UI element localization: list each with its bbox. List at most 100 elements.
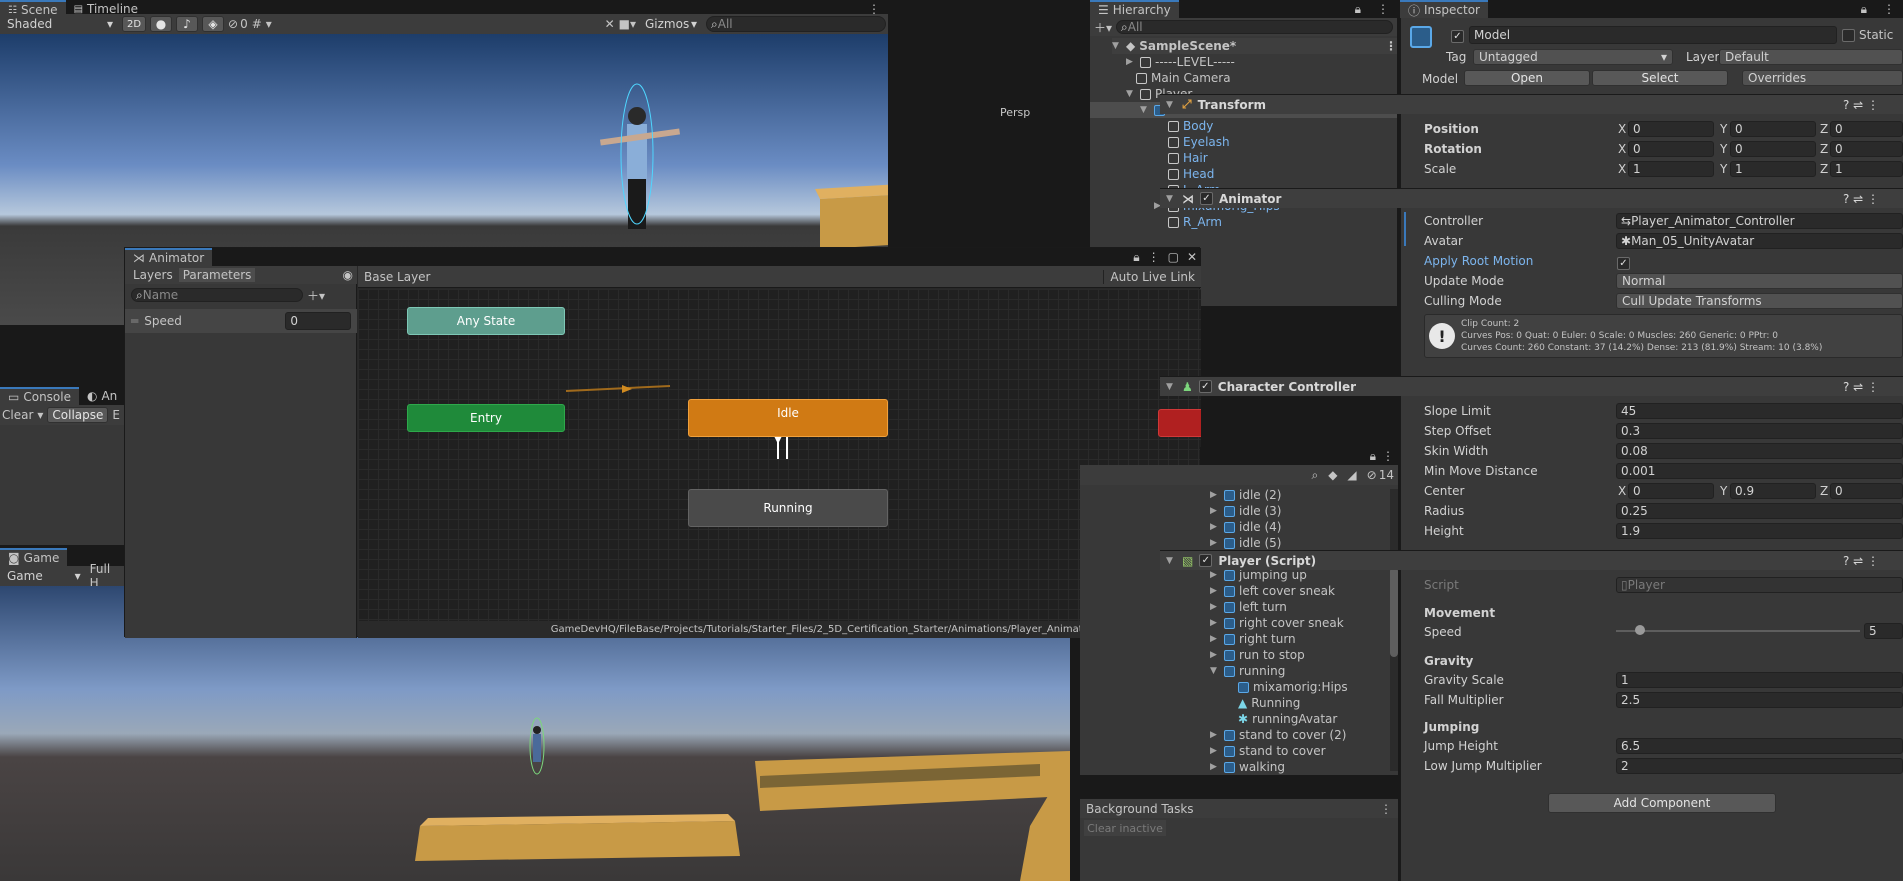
component-menu-icons[interactable]: ? ⇌ ⋮	[1843, 380, 1903, 394]
project-menu-icon[interactable]: ⋮	[1382, 449, 1394, 463]
toggle-2d-button[interactable]: 2D	[122, 16, 146, 32]
parameter-search-input[interactable]: ⌕ Name	[131, 288, 303, 302]
scene-root-row[interactable]: ▼ ◆ SampleScene* ⋮	[1112, 38, 1397, 54]
rotation-x-input[interactable]: 0	[1628, 141, 1714, 157]
skin-width-input[interactable]: 0.08	[1616, 443, 1903, 459]
search-scene-icon[interactable]: ⌕	[1311, 468, 1318, 483]
component-menu-icons[interactable]: ? ⇌ ⋮	[1843, 554, 1903, 568]
slope-limit-input[interactable]: 45	[1616, 403, 1903, 419]
add-parameter-button[interactable]: ＋▾	[307, 287, 325, 304]
object-name-input[interactable]: Model	[1469, 26, 1837, 44]
controller-field[interactable]: ⇆ Player_Animator_Controller	[1616, 213, 1903, 229]
tab-parameters[interactable]: Parameters	[178, 268, 256, 282]
center-y-input[interactable]: 0.9	[1730, 483, 1816, 499]
state-any-state[interactable]: Any State	[407, 307, 565, 335]
asset-row[interactable]: mixamorig:Hips	[1238, 679, 1348, 695]
active-toggle[interactable]: ✓	[1451, 28, 1464, 43]
character-controller-header[interactable]: ▼ ♟ ✓ Character Controller? ⇌ ⋮	[1160, 376, 1903, 396]
update-mode-dropdown[interactable]: Normal	[1616, 273, 1903, 289]
position-x-input[interactable]: 0	[1628, 121, 1714, 137]
select-button[interactable]: Select	[1592, 70, 1728, 86]
display-dropdown[interactable]: Game ▾	[2, 568, 86, 584]
lock-icon[interactable]: 🔒︎	[1853, 0, 1875, 18]
jump-height-input[interactable]: 6.5	[1616, 738, 1903, 754]
asset-row[interactable]: ▶ left cover sneak	[1210, 583, 1335, 599]
speed-input[interactable]: 5	[1864, 623, 1903, 639]
min-move-distance-input[interactable]: 0.001	[1616, 463, 1903, 479]
tab-console[interactable]: ▭ Console	[0, 387, 79, 405]
tab-layers[interactable]: Layers	[129, 268, 177, 282]
asset-row[interactable]: ▶ left turn	[1210, 599, 1287, 615]
rotation-y-input[interactable]: 0	[1730, 141, 1816, 157]
state-entry[interactable]: Entry	[407, 404, 565, 432]
add-component-button[interactable]: Add Component	[1548, 793, 1776, 813]
hierarchy-row[interactable]: R_Arm	[1168, 214, 1222, 230]
auto-live-link-toggle[interactable]: Auto Live Link	[1103, 269, 1201, 284]
error-pause-button[interactable]: E	[112, 408, 120, 422]
rotation-z-input[interactable]: 0	[1830, 141, 1903, 157]
layer-dropdown[interactable]: Default	[1719, 49, 1903, 65]
hierarchy-search-input[interactable]: ⌕ All	[1116, 20, 1393, 34]
gizmos-dropdown[interactable]: Gizmos ▾	[640, 16, 702, 32]
center-z-input[interactable]: 0	[1830, 483, 1903, 499]
audio-toggle-icon[interactable]: ♪	[176, 16, 198, 32]
tab-game[interactable]: ◙ Game	[0, 548, 68, 566]
scale-x-input[interactable]: 1	[1628, 161, 1714, 177]
state-running[interactable]: Running	[688, 489, 888, 527]
lighting-toggle-icon[interactable]: ●	[150, 16, 172, 32]
position-z-input[interactable]: 0	[1830, 121, 1903, 137]
low-jump-multiplier-input[interactable]: 2	[1616, 758, 1903, 774]
effects-toggle-icon[interactable]: ◈	[202, 16, 224, 32]
player-script-enabled-checkbox[interactable]: ✓	[1199, 554, 1213, 567]
position-y-input[interactable]: 0	[1730, 121, 1816, 137]
asset-row[interactable]: ▶ idle (5)	[1210, 535, 1281, 551]
lock-icon[interactable]: 🔒︎	[1370, 449, 1376, 464]
hidden-packages-toggle[interactable]: ⊘ 14	[1367, 468, 1394, 482]
maximize-icon[interactable]: ▢	[1164, 250, 1183, 264]
lock-icon[interactable]: 🔒︎	[1129, 250, 1143, 265]
asset-row[interactable]: ▶ idle (2)	[1210, 487, 1281, 503]
component-menu-icons[interactable]: ? ⇌ ⋮	[1843, 98, 1903, 112]
asset-row[interactable]: ▼ running	[1210, 663, 1285, 679]
hierarchy-row[interactable]: Eyelash	[1168, 134, 1230, 150]
avatar-field[interactable]: ✱ Man_05_UnityAvatar	[1616, 233, 1903, 249]
breadcrumb[interactable]: Base Layer	[364, 270, 445, 284]
camera-icon[interactable]: ■▾	[619, 17, 636, 31]
center-x-input[interactable]: 0	[1628, 483, 1714, 499]
scale-z-input[interactable]: 1	[1830, 161, 1903, 177]
static-toggle[interactable]: Static	[1842, 28, 1893, 42]
tools-icon[interactable]: ✕	[605, 17, 615, 31]
tab-inspector[interactable]: ⓘ Inspector	[1400, 0, 1488, 18]
transform-header[interactable]: ▼ ⤢ Transform? ⇌ ⋮	[1160, 94, 1903, 114]
gravity-scale-input[interactable]: 1	[1616, 672, 1903, 688]
asset-scrollbar[interactable]	[1390, 489, 1398, 771]
lock-icon[interactable]: 🔒︎	[1347, 0, 1369, 18]
tab-animation[interactable]: ◐ An	[79, 387, 125, 405]
hierarchy-row[interactable]: Head	[1168, 166, 1214, 182]
hidden-objects-toggle[interactable]: ⊘ 0	[228, 17, 248, 31]
grid-toggle-icon[interactable]: #	[252, 17, 262, 31]
overrides-dropdown[interactable]: Overrides	[1742, 70, 1903, 86]
apply-root-motion-checkbox[interactable]: ✓	[1617, 255, 1630, 270]
shading-mode-dropdown[interactable]: Shaded ▾	[2, 16, 118, 32]
hierarchy-row[interactable]: Main Camera	[1136, 70, 1231, 86]
row-menu-icon[interactable]: ⋮	[1385, 39, 1397, 53]
parameter-row[interactable]: ═ Speed 0	[125, 309, 357, 333]
clear-inactive-button[interactable]: Clear inactive	[1084, 820, 1166, 836]
fall-multiplier-input[interactable]: 2.5	[1616, 692, 1903, 708]
drag-handle-icon[interactable]: ═	[131, 314, 138, 328]
asset-row[interactable]: ▶ idle (3)	[1210, 503, 1281, 519]
console-log-area[interactable]	[0, 425, 124, 545]
component-menu-icons[interactable]: ? ⇌ ⋮	[1843, 192, 1903, 206]
asset-row[interactable]: ▶ walking	[1210, 759, 1285, 775]
scene-search-input[interactable]: ⌕ All	[706, 16, 886, 32]
asset-row[interactable]: ✱ runningAvatar	[1238, 711, 1337, 727]
character-controller-enabled-checkbox[interactable]: ✓	[1198, 380, 1212, 393]
animator-graph[interactable]: Any State Entry Idle Running	[358, 289, 1201, 621]
asset-row[interactable]: ▶ right cover sneak	[1210, 615, 1344, 631]
asset-row[interactable]: ▶ stand to cover	[1210, 743, 1326, 759]
clear-button[interactable]: Clear	[2, 408, 33, 422]
add-object-button[interactable]: ＋▾	[1094, 19, 1112, 36]
tab-hierarchy[interactable]: ☰ Hierarchy	[1090, 0, 1179, 18]
close-icon[interactable]: ✕	[1183, 250, 1201, 264]
